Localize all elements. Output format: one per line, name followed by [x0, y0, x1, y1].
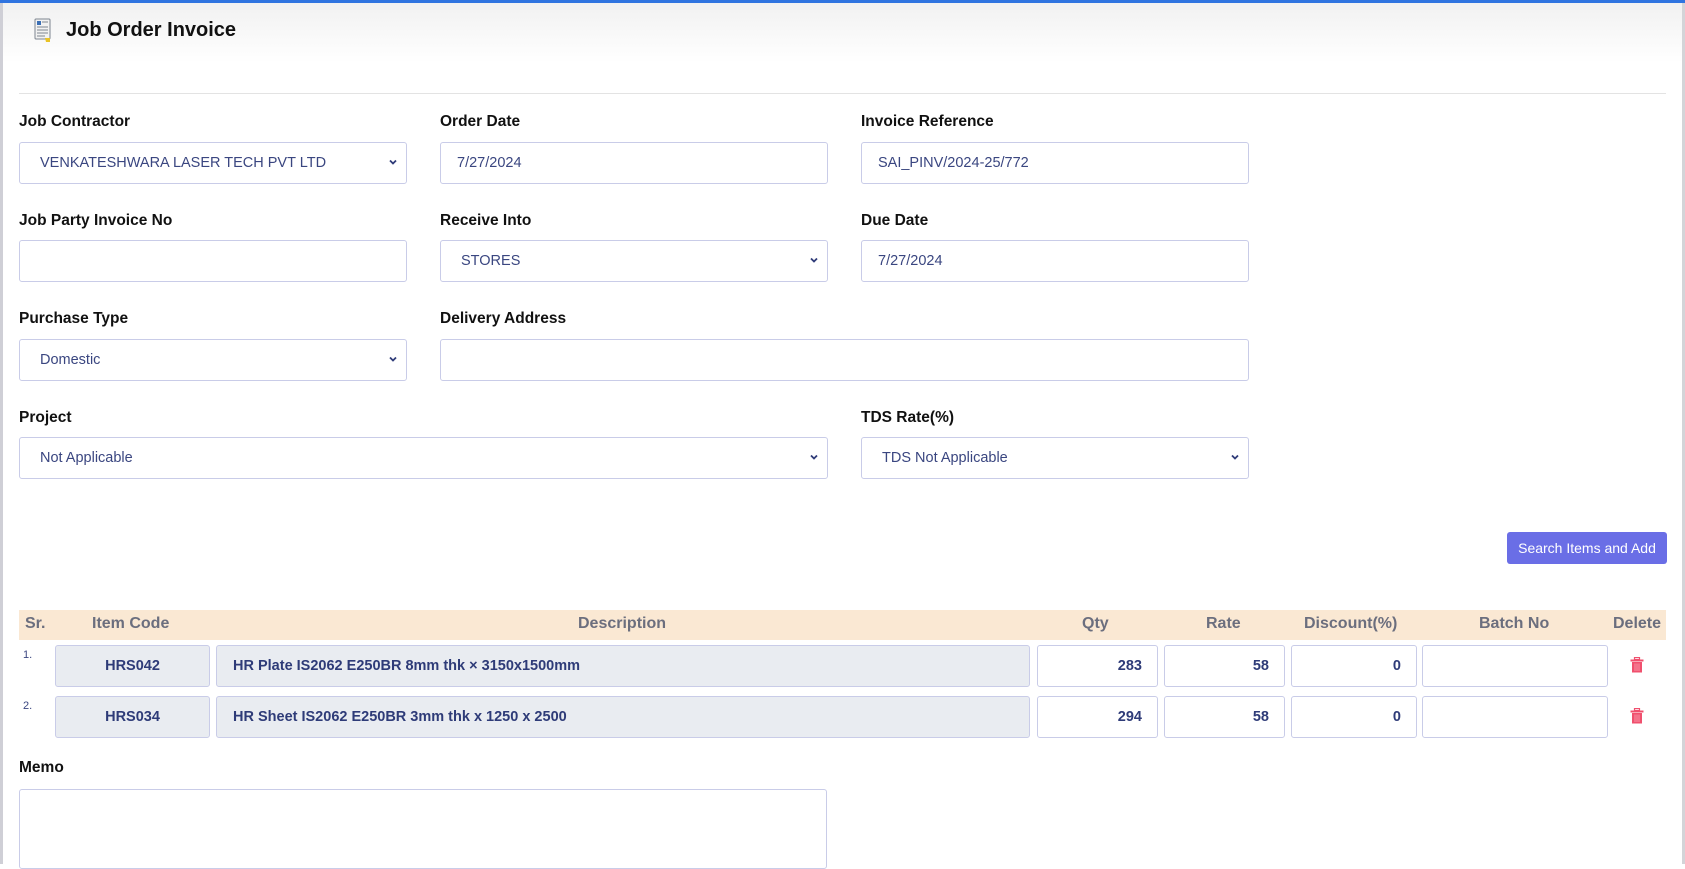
- job-contractor-select[interactable]: VENKATESHWARA LASER TECH PVT LTD: [19, 142, 407, 184]
- discount-input[interactable]: 0: [1291, 645, 1417, 687]
- invoice-reference-input[interactable]: SAI_PINV/2024-25/772: [861, 142, 1249, 184]
- rate-input[interactable]: 58: [1164, 696, 1285, 738]
- memo-textarea[interactable]: [19, 789, 827, 869]
- description-field: HR Plate IS2062 E250BR 8mm thk × 3150x15…: [216, 645, 1030, 687]
- purchase-type-label: Purchase Type: [19, 310, 129, 327]
- chevron-down-icon: [389, 356, 397, 362]
- invoice-document-icon: [34, 18, 51, 42]
- item-code-field: HRS042: [55, 645, 210, 687]
- discount-input[interactable]: 0: [1291, 696, 1417, 738]
- column-header-qty: Qty: [1082, 615, 1109, 632]
- trash-icon[interactable]: [1630, 657, 1644, 673]
- chevron-down-icon: [1231, 454, 1239, 460]
- job-party-invoice-no-input[interactable]: [19, 240, 407, 282]
- column-header-discount: Discount(%): [1304, 615, 1398, 632]
- project-value: Not Applicable: [40, 450, 133, 466]
- row-sr: 1.: [23, 649, 33, 661]
- due-date-label: Due Date: [861, 212, 929, 229]
- chevron-down-icon: [810, 454, 818, 460]
- page-header: [3, 3, 1682, 63]
- column-header-delete: Delete: [1613, 615, 1662, 632]
- delivery-address-label: Delivery Address: [440, 310, 567, 327]
- job-contractor-label: Job Contractor: [19, 113, 131, 130]
- project-select[interactable]: Not Applicable: [19, 437, 828, 479]
- order-date-input[interactable]: 7/27/2024: [440, 142, 828, 184]
- job-contractor-value: VENKATESHWARA LASER TECH PVT LTD: [40, 155, 327, 171]
- column-header-item-code: Item Code: [92, 615, 170, 632]
- order-date-value: 7/27/2024: [457, 155, 522, 171]
- receive-into-label: Receive Into: [440, 212, 532, 229]
- receive-into-select[interactable]: STORES: [440, 240, 828, 282]
- column-header-sr: Sr.: [25, 615, 46, 632]
- order-date-label: Order Date: [440, 113, 521, 130]
- invoice-reference-value: SAI_PINV/2024-25/772: [878, 155, 1029, 171]
- qty-input[interactable]: 283: [1037, 645, 1158, 687]
- memo-label: Memo: [19, 759, 64, 776]
- search-items-and-add-button[interactable]: Search Items and Add: [1507, 532, 1667, 564]
- header-divider: [19, 93, 1666, 94]
- chevron-down-icon: [389, 159, 397, 165]
- rate-input[interactable]: 58: [1164, 645, 1285, 687]
- page-title: Job Order Invoice: [66, 19, 237, 41]
- invoice-reference-label: Invoice Reference: [861, 113, 994, 130]
- due-date-input[interactable]: 7/27/2024: [861, 240, 1249, 282]
- purchase-type-value: Domestic: [40, 352, 101, 368]
- receive-into-value: STORES: [461, 253, 521, 269]
- delivery-address-input[interactable]: [440, 339, 1249, 381]
- qty-input[interactable]: 294: [1037, 696, 1158, 738]
- column-header-batch-no: Batch No: [1479, 615, 1550, 632]
- tds-rate-label: TDS Rate(%): [861, 409, 955, 426]
- row-sr: 2.: [23, 700, 33, 712]
- batch-no-input[interactable]: [1422, 645, 1608, 687]
- column-header-description: Description: [578, 615, 667, 632]
- tds-rate-value: TDS Not Applicable: [882, 450, 1008, 466]
- items-table-header: [19, 610, 1666, 640]
- tds-rate-select[interactable]: TDS Not Applicable: [861, 437, 1249, 479]
- column-header-rate: Rate: [1206, 615, 1241, 632]
- chevron-down-icon: [810, 257, 818, 263]
- description-field: HR Sheet IS2062 E250BR 3mm thk x 1250 x …: [216, 696, 1030, 738]
- item-code-field: HRS034: [55, 696, 210, 738]
- batch-no-input[interactable]: [1422, 696, 1608, 738]
- trash-icon[interactable]: [1630, 708, 1644, 724]
- due-date-value: 7/27/2024: [878, 253, 943, 269]
- window-left-border: [0, 3, 3, 864]
- job-party-invoice-no-label: Job Party Invoice No: [19, 212, 173, 229]
- project-label: Project: [19, 409, 72, 426]
- purchase-type-select[interactable]: Domestic: [19, 339, 407, 381]
